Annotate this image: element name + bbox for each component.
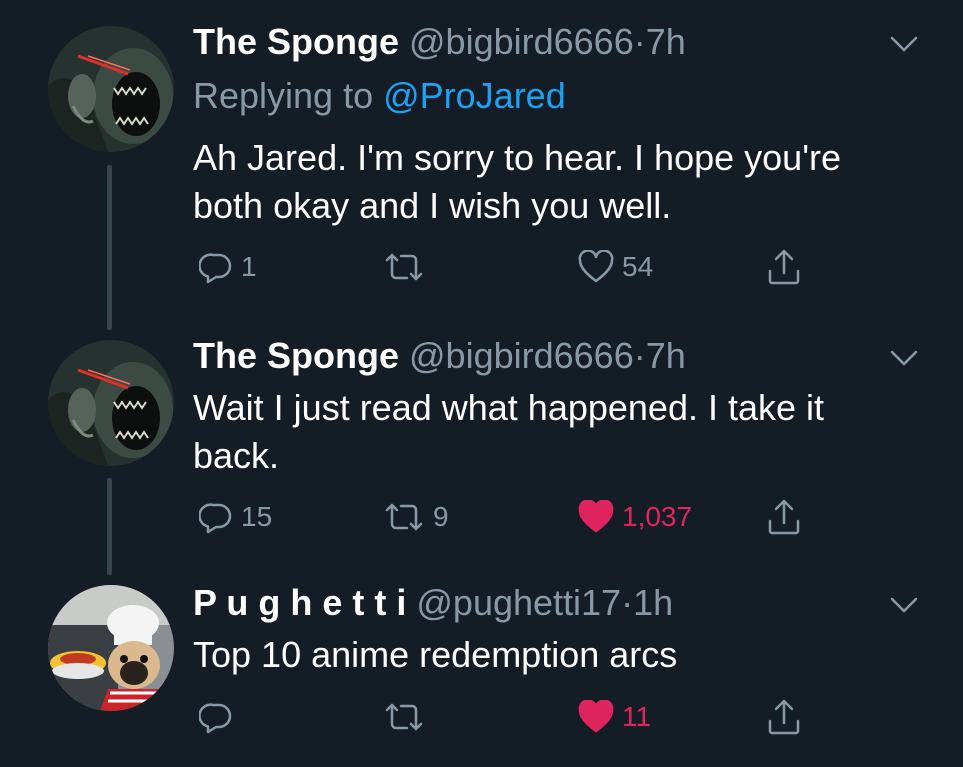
tweet-actions: 15 9 1,037 xyxy=(193,495,893,539)
avatar[interactable] xyxy=(48,340,174,466)
timestamp[interactable]: 7h xyxy=(646,21,686,62)
reply-button[interactable]: 15 xyxy=(199,495,272,539)
thread-line xyxy=(107,478,112,575)
heart-icon xyxy=(578,500,614,533)
chevron-down-icon[interactable] xyxy=(888,32,920,56)
reply-icon xyxy=(199,503,232,534)
tweet-text: Top 10 anime redemption arcs xyxy=(193,634,678,675)
share-icon xyxy=(768,249,800,285)
retweet-icon xyxy=(385,703,423,731)
tweet-actions: 11 xyxy=(193,695,893,739)
retweet-icon xyxy=(385,503,423,531)
username[interactable]: @pughetti17 xyxy=(416,582,621,623)
like-count: 11 xyxy=(622,701,652,732)
tweet-header: The Sponge @bigbird6666·7h xyxy=(193,334,686,378)
pug-chef-avatar-image xyxy=(48,585,174,711)
separator-dot: · xyxy=(621,582,634,623)
like-button[interactable]: 11 xyxy=(578,695,651,739)
reply-count: 1 xyxy=(241,251,257,282)
timestamp[interactable]: 1h xyxy=(633,582,673,623)
like-count: 54 xyxy=(622,251,654,282)
share-button[interactable] xyxy=(766,495,802,539)
reply-button[interactable] xyxy=(199,695,241,739)
reply-count: 15 xyxy=(241,501,273,532)
thread-line xyxy=(107,165,112,330)
display-name[interactable]: The Sponge xyxy=(193,21,399,62)
heart-icon xyxy=(578,250,614,283)
retweet-button[interactable] xyxy=(383,695,433,739)
retweet-count: 9 xyxy=(433,501,449,532)
tweet[interactable]: P u g h e t t i @pughetti17·1h Top 10 an… xyxy=(0,575,963,767)
separator-dot: · xyxy=(633,335,646,376)
display-name[interactable]: P u g h e t t i xyxy=(193,582,406,623)
chevron-down-icon[interactable] xyxy=(888,346,920,370)
share-icon xyxy=(768,699,800,735)
separator-dot: · xyxy=(633,21,646,62)
tweet[interactable]: The Sponge @bigbird6666·7h Replying to @… xyxy=(0,0,963,330)
tweet[interactable]: The Sponge @bigbird6666·7h Wait I just r… xyxy=(0,330,963,575)
like-count: 1,037 xyxy=(622,501,693,532)
retweet-button[interactable]: 9 xyxy=(383,495,449,539)
retweet-icon xyxy=(385,253,423,281)
heart-icon xyxy=(578,700,614,733)
reply-button[interactable]: 1 xyxy=(199,245,257,289)
reply-icon xyxy=(199,703,232,734)
replying-to-label: Replying to xyxy=(193,75,384,116)
avatar[interactable] xyxy=(48,26,174,152)
replying-to: Replying to @ProJared xyxy=(193,74,566,118)
tweet-actions: 1 54 xyxy=(193,245,893,289)
timestamp[interactable]: 7h xyxy=(646,335,686,376)
avatar[interactable] xyxy=(48,585,174,711)
shark-avatar-image xyxy=(48,340,174,466)
chevron-down-icon[interactable] xyxy=(888,593,920,617)
tweet-header: The Sponge @bigbird6666·7h xyxy=(193,20,686,64)
mention-link[interactable]: @ProJared xyxy=(383,75,566,116)
share-button[interactable] xyxy=(766,695,802,739)
like-button[interactable]: 54 xyxy=(578,245,653,289)
retweet-button[interactable] xyxy=(383,245,433,289)
username[interactable]: @bigbird6666 xyxy=(409,21,634,62)
like-button[interactable]: 1,037 xyxy=(578,495,692,539)
username[interactable]: @bigbird6666 xyxy=(409,335,634,376)
share-button[interactable] xyxy=(766,245,802,289)
reply-icon xyxy=(199,253,232,284)
tweet-text: Ah Jared. I'm sorry to hear. I hope you'… xyxy=(193,137,842,226)
display-name[interactable]: The Sponge xyxy=(193,335,399,376)
shark-avatar-image xyxy=(48,26,174,152)
tweet-header: P u g h e t t i @pughetti17·1h xyxy=(193,581,673,625)
share-icon xyxy=(768,499,800,535)
tweet-text: Wait I just read what happened. I take i… xyxy=(193,387,825,476)
